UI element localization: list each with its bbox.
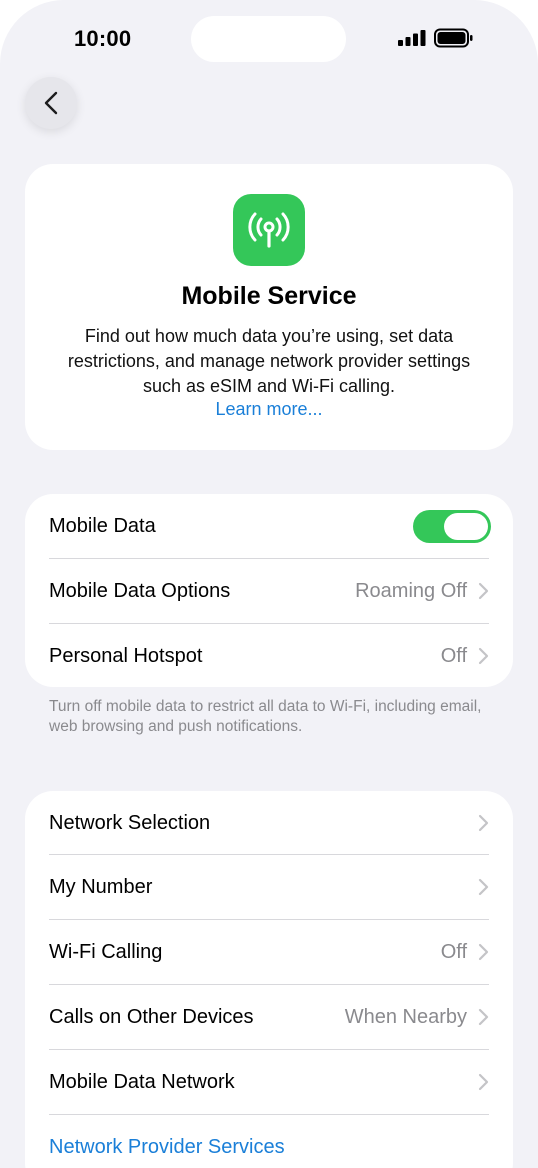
network-selection-row[interactable]: Network Selection	[49, 791, 513, 855]
mobile-data-options-label: Mobile Data Options	[49, 579, 231, 602]
personal-hotspot-row[interactable]: Personal Hotspot Off	[49, 624, 513, 688]
network-provider-services-row[interactable]: Network Provider Services	[49, 1115, 513, 1168]
wifi-calling-row[interactable]: Wi-Fi Calling Off	[49, 920, 513, 984]
calls-on-other-devices-label: Calls on Other Devices	[49, 1005, 254, 1028]
mobile-data-toggle[interactable]	[413, 510, 491, 543]
network-provider-services-link[interactable]: Network Provider Services	[49, 1136, 513, 1159]
calls-on-other-devices-value: When Nearby	[344, 1005, 467, 1028]
cellular-signal-icon	[398, 30, 426, 46]
mobile-data-options-row[interactable]: Mobile Data Options Roaming Off	[49, 559, 513, 623]
chevron-right-icon	[478, 878, 489, 896]
chevron-left-icon	[44, 91, 58, 115]
mobile-service-app-icon	[233, 194, 305, 266]
personal-hotspot-label: Personal Hotspot	[49, 644, 203, 667]
mobile-data-settings-group: Mobile Data Mobile Data Options Roaming …	[25, 494, 513, 687]
chevron-right-icon	[478, 647, 489, 665]
mobile-data-row: Mobile Data	[49, 494, 513, 558]
network-settings-group: Network Selection My Number Wi-Fi Callin…	[25, 791, 513, 1168]
mobile-data-network-row[interactable]: Mobile Data Network	[49, 1050, 513, 1114]
wifi-calling-value: Off	[440, 940, 467, 963]
phone-screen: 10:00 Mobile Service Find out how much d…	[0, 0, 538, 1168]
chevron-right-icon	[478, 1008, 489, 1026]
mobile-data-network-label: Mobile Data Network	[49, 1070, 235, 1093]
chevron-right-icon	[478, 582, 489, 600]
battery-icon	[434, 28, 473, 48]
network-selection-label: Network Selection	[49, 811, 211, 834]
antenna-icon	[248, 212, 290, 248]
learn-more-link[interactable]: Learn more...	[25, 399, 513, 420]
toggle-knob	[444, 513, 488, 540]
back-button[interactable]	[25, 77, 77, 129]
chevron-right-icon	[478, 1073, 489, 1091]
chevron-right-icon	[478, 814, 489, 832]
calls-on-other-devices-row[interactable]: Calls on Other Devices When Nearby	[49, 985, 513, 1049]
page-description: Find out how much data you’re using, set…	[67, 326, 471, 396]
mobile-service-info-card: Mobile Service Find out how much data yo…	[25, 164, 513, 450]
mobile-data-options-value: Roaming Off	[355, 579, 467, 602]
dynamic-island	[191, 16, 346, 62]
my-number-row[interactable]: My Number	[49, 855, 513, 919]
page-title: Mobile Service	[181, 282, 357, 310]
wifi-calling-label: Wi-Fi Calling	[49, 940, 163, 963]
mobile-data-footnote: Turn off mobile data to restrict all dat…	[49, 698, 482, 735]
my-number-label: My Number	[49, 875, 153, 898]
status-time: 10:00	[74, 26, 132, 51]
chevron-right-icon	[478, 943, 489, 961]
personal-hotspot-value: Off	[440, 644, 467, 667]
